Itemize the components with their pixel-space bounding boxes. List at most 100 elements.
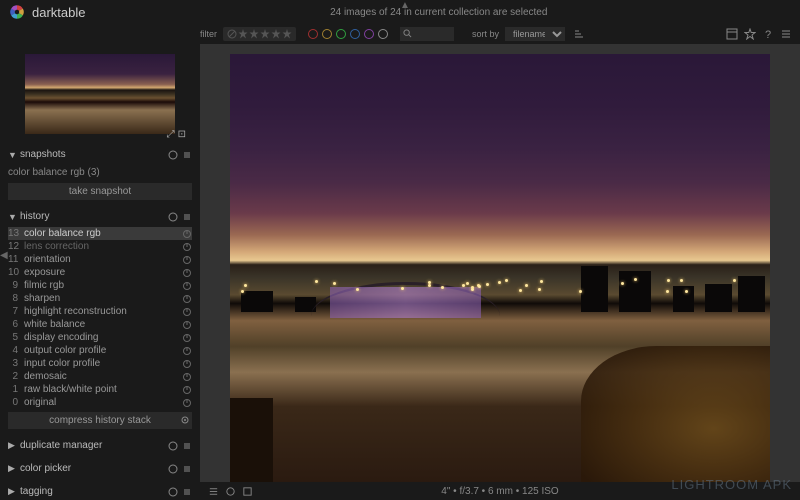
history-item[interactable]: 8sharpen [8,292,192,305]
take-snapshot-button[interactable]: take snapshot [8,183,192,200]
history-index: 10 [8,267,24,278]
color-label-red[interactable] [308,29,318,39]
switch-icon[interactable] [182,385,192,395]
menu-icon[interactable] [182,487,192,497]
star-icon[interactable] [238,29,248,39]
image-viewport[interactable] [200,44,800,500]
filter-label: filter [200,29,217,39]
reset-icon[interactable] [168,441,178,451]
switch-icon[interactable] [182,333,192,343]
color-label-none[interactable] [378,29,388,39]
module-header[interactable]: ▶tagging [0,483,200,500]
color-label-purple[interactable] [364,29,374,39]
switch-icon[interactable] [182,242,192,252]
snapshots-header[interactable]: ▼ snapshots [0,146,200,163]
history-item[interactable]: 10exposure [8,266,192,279]
history-item[interactable]: 12lens correction [8,240,192,253]
star-icon[interactable] [282,29,292,39]
search-icon [403,29,412,38]
switch-icon[interactable] [182,307,192,317]
history-module: ▼ history 13color balance rgb12lens corr… [0,208,200,431]
canvas-area: 4" • f/3.7 • 6 mm • 125 ISO [200,44,800,500]
sort-select[interactable]: filename [505,27,565,41]
help-icon[interactable]: ? [762,28,774,40]
history-item[interactable]: 6white balance [8,318,192,331]
history-item[interactable]: 1raw black/white point [8,383,192,396]
color-label-yellow[interactable] [322,29,332,39]
menu-icon[interactable] [780,28,792,40]
rating-filter[interactable] [223,27,296,41]
history-name: input color profile [24,358,182,369]
switch-icon[interactable] [182,372,192,382]
history-item[interactable]: 3input color profile [8,357,192,370]
history-item[interactable]: 4output color profile [8,344,192,357]
history-name: orientation [24,254,182,265]
switch-icon[interactable] [182,281,192,291]
main-image [230,54,770,484]
history-name: original [24,397,182,408]
switch-icon[interactable] [182,398,192,408]
color-label-filter [308,29,388,39]
star-icon[interactable] [260,29,270,39]
view-icons: ? [726,28,792,40]
guides-icon[interactable] [242,486,253,497]
history-item[interactable]: 7highlight reconstruction [8,305,192,318]
history-item[interactable]: 9filmic rgb [8,279,192,292]
switch-icon[interactable] [182,359,192,369]
svg-text:?: ? [765,29,771,40]
layout-icon[interactable] [726,28,738,40]
module-header[interactable]: ▶color picker [0,460,200,477]
switch-icon[interactable] [182,294,192,304]
module-header[interactable]: ▶duplicate manager [0,437,200,454]
snapshot-item[interactable]: color balance rgb (3) [8,165,192,180]
chevron-down-icon: ▼ [8,150,16,160]
reset-icon[interactable] [168,212,178,222]
history-index: 4 [8,345,24,356]
history-item[interactable]: 2demosaic [8,370,192,383]
history-item[interactable]: 11orientation [8,253,192,266]
reset-icon[interactable] [168,487,178,497]
compress-history-button[interactable]: compress history stack [8,412,192,429]
navigation-thumbnail[interactable]: ⤢ ⊡ [0,48,200,140]
history-name: raw black/white point [24,384,182,395]
overlay-icon[interactable] [225,486,236,497]
history-name: display encoding [24,332,182,343]
star-icon[interactable] [271,29,281,39]
left-panel-collapse[interactable]: ◀ [0,250,8,261]
switch-icon[interactable] [182,346,192,356]
history-name: exposure [24,267,182,278]
reject-icon[interactable] [227,29,237,39]
menu-icon[interactable] [182,441,192,451]
history-item[interactable]: 5display encoding [8,331,192,344]
history-name: sharpen [24,293,182,304]
history-name: demosaic [24,371,182,382]
reset-icon[interactable] [168,150,178,160]
fit-icon[interactable]: ⤢ [167,129,175,140]
history-item[interactable]: 0original [8,396,192,409]
switch-icon[interactable] [182,320,192,330]
history-index: 9 [8,280,24,291]
sort-direction-icon[interactable] [573,28,585,40]
switch-icon[interactable] [182,268,192,278]
chevron-right-icon: ▶ [8,440,16,451]
menu-icon[interactable] [182,464,192,474]
quick-access-icon[interactable] [208,486,219,497]
color-label-green[interactable] [336,29,346,39]
switch-icon[interactable] [182,255,192,265]
history-item[interactable]: 13color balance rgb [8,227,192,240]
top-panel-collapse[interactable]: ▲ [400,0,410,11]
color-label-blue[interactable] [350,29,360,39]
reset-icon[interactable] [168,464,178,474]
module-title: snapshots [20,149,168,160]
star-icon[interactable] [249,29,259,39]
history-index: 13 [8,228,24,239]
switch-icon[interactable] [182,229,192,239]
zoom-icon[interactable]: ⊡ [178,129,186,140]
history-index: 11 [8,254,24,265]
history-header[interactable]: ▼ history [0,208,200,225]
exposure-info: 4" • f/3.7 • 6 mm • 125 ISO [441,486,558,497]
menu-icon[interactable] [182,150,192,160]
style-icon[interactable] [180,415,190,425]
star-outline-icon[interactable] [744,28,756,40]
menu-icon[interactable] [182,212,192,222]
